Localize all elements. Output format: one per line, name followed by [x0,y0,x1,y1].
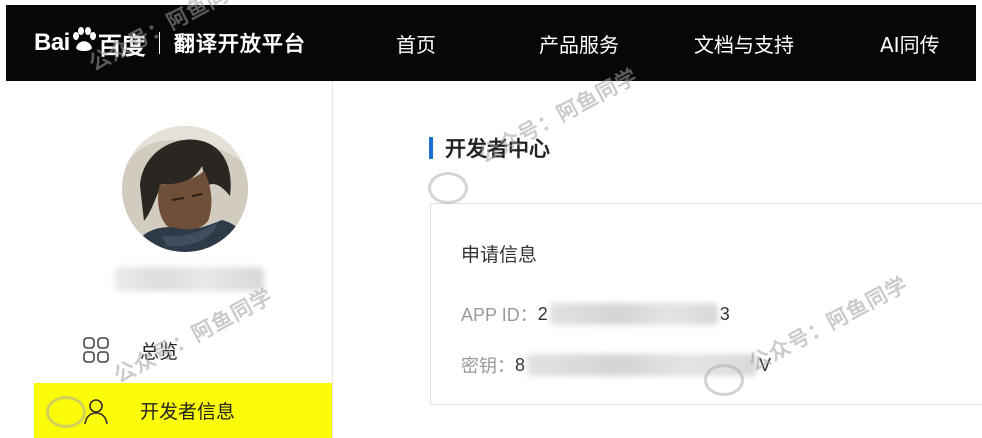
nav-products[interactable]: 产品服务 [539,29,619,58]
sidebar-item-overview[interactable]: 总览 [34,325,332,375]
secret-key-prefix: 8 [515,354,526,375]
app-id-row: APP ID： 2 3 [461,301,730,327]
app-id-label: APP ID： [461,305,538,325]
title-accent-bar [429,137,433,159]
secret-key-suffix: V [759,354,772,375]
nav-home[interactable]: 首页 [396,29,436,58]
app-id-suffix: 3 [719,303,730,324]
section-header: 开发者中心 [429,133,550,163]
logo-divider [158,32,160,54]
secret-key-redacted [527,354,758,376]
baidu-logo[interactable]: Bai 百度 翻译开放平台 [34,26,306,61]
nav-docs-support[interactable]: 文档与支持 [694,29,794,58]
avatar[interactable] [122,126,248,252]
grid-icon [82,336,110,364]
top-navigation-bar: Bai 百度 翻译开放平台 首页 产品服务 文档与支持 AI同传 [6,5,976,81]
app-id-prefix: 2 [537,303,548,324]
username-redacted [114,267,264,291]
secret-key-value[interactable]: 8 V [515,354,771,376]
nav-ai-interpretation[interactable]: AI同传 [880,29,940,58]
card-heading: 申请信息 [461,244,538,266]
app-id-value[interactable]: 2 3 [538,303,730,325]
page-title: 开发者中心 [445,137,550,161]
sidebar-item-label: 开发者信息 [140,401,236,423]
logo-text-left: Bai [34,29,70,56]
sidebar-item-label: 总览 [140,340,179,363]
logo-text-right: 百度 [97,32,146,60]
sidebar: 总览 开发者信息 [6,81,333,438]
baidu-paw-icon [71,26,97,52]
user-icon [82,397,110,425]
sidebar-item-developer-info[interactable]: 开发者信息 [34,383,332,438]
main-content: 开发者中心 申请信息 APP ID： 2 3 密钥： 8 V [333,81,982,438]
secret-key-row: 密钥： 8 V [461,352,771,378]
application-info-card: 申请信息 APP ID： 2 3 密钥： 8 V [430,203,982,405]
app-id-redacted [549,303,718,325]
secret-key-label: 密钥： [461,356,515,376]
platform-title: 翻译开放平台 [173,33,306,56]
